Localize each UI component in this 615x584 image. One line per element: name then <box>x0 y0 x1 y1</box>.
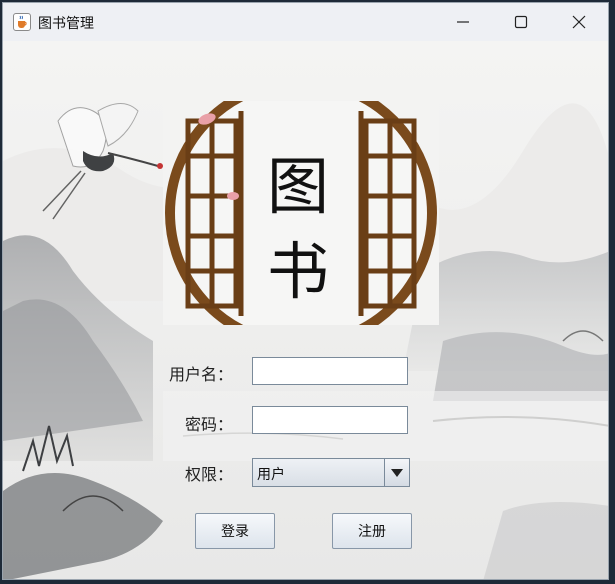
java-cup-icon <box>13 13 31 31</box>
close-icon <box>572 15 586 29</box>
minimize-icon <box>457 21 469 23</box>
minimize-button[interactable] <box>434 3 492 41</box>
username-input[interactable] <box>252 357 408 385</box>
password-label: 密码： <box>184 415 233 434</box>
window-title: 图书管理 <box>38 16 94 32</box>
maximize-icon <box>514 15 528 29</box>
register-button[interactable]: 注册 <box>332 513 412 549</box>
close-button[interactable] <box>550 3 608 41</box>
chevron-down-icon <box>391 468 403 477</box>
role-label: 权限： <box>184 465 233 484</box>
logo-char-bottom: 书 <box>267 235 330 308</box>
dropdown-arrow-button[interactable] <box>384 459 409 486</box>
role-select[interactable]: 用户 <box>252 458 410 487</box>
maximize-button[interactable] <box>492 3 550 41</box>
password-input[interactable] <box>252 406 408 434</box>
library-logo: 图 书 <box>163 77 439 349</box>
app-window: 图书管理 图 书 用户名： 密码： 权限： 用户 登录 注册 <box>2 2 609 580</box>
login-button[interactable]: 登录 <box>195 513 275 549</box>
title-bar[interactable]: 图书管理 <box>3 3 608 42</box>
logo-char-top: 图 <box>267 150 330 223</box>
username-label: 用户名： <box>168 365 233 384</box>
login-panel: 图 书 用户名： 密码： 权限： 用户 登录 注册 <box>3 41 608 579</box>
role-select-value: 用户 <box>257 467 285 483</box>
